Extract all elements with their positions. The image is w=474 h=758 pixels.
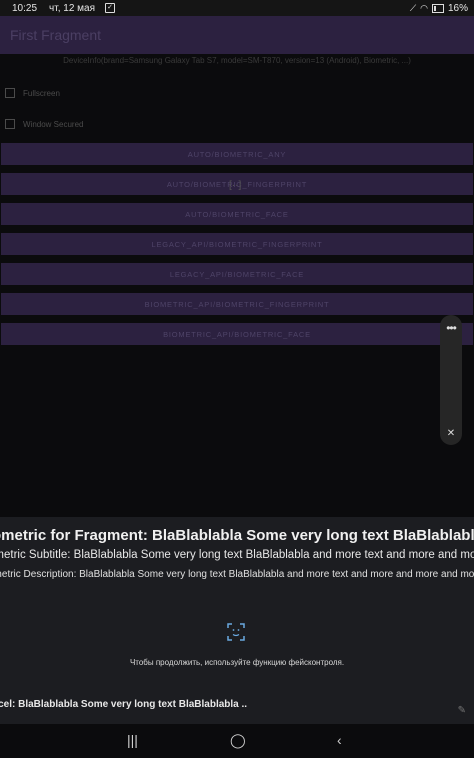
device-info-text: DeviceInfo(brand=Samsung Galaxy Tab S7, … xyxy=(63,56,411,65)
prompt-description: ometric Description: BlaBlablabla Some v… xyxy=(0,569,474,580)
window-secured-label: Window Secured xyxy=(23,119,84,129)
notification-icon: ✓ xyxy=(105,3,116,13)
status-time: 10:25 xyxy=(12,2,38,14)
checkbox-box[interactable] xyxy=(5,88,15,98)
window-secured-checkbox[interactable]: Window Secured xyxy=(5,119,83,129)
navigation-bar: ||| ◯ ‹ xyxy=(0,724,474,758)
status-bar: 10:25 чт, 12 мая ✓ ⟋ ◠ 16% xyxy=(0,0,474,16)
battery-percent: 16% xyxy=(447,2,468,14)
status-date: чт, 12 мая xyxy=(49,2,96,14)
auto-biometric-any-button[interactable]: AUTO/BIOMETRIC_ANY xyxy=(1,143,473,165)
face-scan-small-icon: [··] xyxy=(229,180,242,191)
back-icon[interactable]: ‹ xyxy=(337,732,342,748)
prompt-title: ometric for Fragment: BlaBlablabla Some … xyxy=(0,527,474,544)
recent-apps-icon[interactable]: ||| xyxy=(127,732,138,748)
biometric-api-fingerprint-button[interactable]: BIOMETRIC_API/BIOMETRIC_FINGERPRINT xyxy=(1,293,473,315)
floating-side-panel[interactable]: ••• ✕ xyxy=(440,315,462,445)
prompt-subtitle: ometric Subtitle: BlaBlablabla Some very… xyxy=(0,549,474,561)
auto-biometric-face-button[interactable]: AUTO/BIOMETRIC_FACE xyxy=(1,203,473,225)
face-unlock-hint: Чтобы продолжить, используйте функцию фе… xyxy=(129,658,345,667)
checkbox-box[interactable] xyxy=(5,119,15,129)
sync-icon: ⟋ xyxy=(409,2,417,13)
biometric-prompt-sheet: ometric for Fragment: BlaBlablabla Some … xyxy=(0,517,474,724)
fullscreen-checkbox[interactable]: Fullscreen xyxy=(5,88,60,98)
face-scan-icon xyxy=(227,623,245,641)
touch-off-icon[interactable]: ✕ xyxy=(444,427,458,441)
legacy-fingerprint-button[interactable]: LEGACY_API/BIOMETRIC_FINGERPRINT xyxy=(1,233,473,255)
page-title: First Fragment xyxy=(10,27,102,43)
pencil-icon: ✎ xyxy=(457,705,466,716)
status-right: ⟋ ◠ 16% xyxy=(410,3,468,14)
wifi-icon: ◠ xyxy=(420,2,428,13)
biometric-api-face-button[interactable]: BIOMETRIC_API/BIOMETRIC_FACE xyxy=(1,323,473,345)
legacy-face-button[interactable]: LEGACY_API/BIOMETRIC_FACE xyxy=(1,263,473,285)
app-bar: First Fragment xyxy=(0,16,474,54)
battery-icon xyxy=(431,3,444,13)
cancel-button[interactable]: ncel: BlaBlablabla Some very long text B… xyxy=(0,699,247,710)
home-icon[interactable]: ◯ xyxy=(230,732,246,749)
more-dots-icon[interactable]: ••• xyxy=(440,321,462,335)
fullscreen-label: Fullscreen xyxy=(23,88,60,98)
